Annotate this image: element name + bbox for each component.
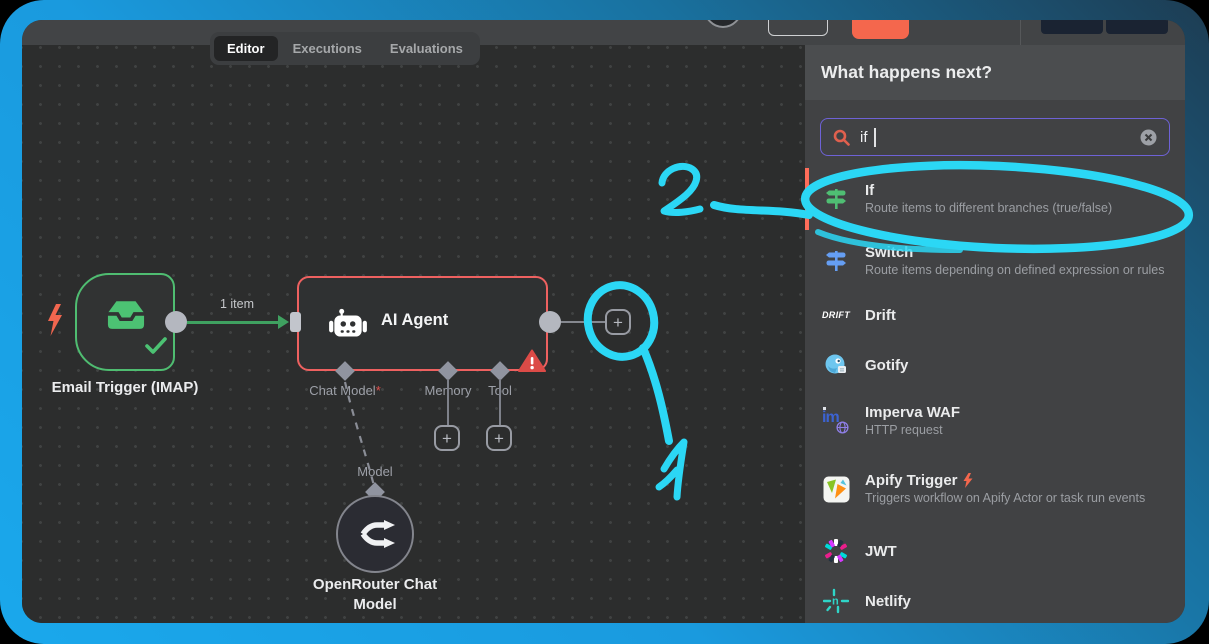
jwt-logo-icon [821, 538, 851, 564]
item-description: HTTP request [865, 422, 960, 439]
memory-connector-line [447, 379, 449, 427]
panel-title: What happens next? [821, 62, 992, 83]
text-cursor [874, 128, 876, 147]
agent-output-line [561, 321, 607, 323]
agent-output-connector[interactable] [539, 311, 561, 333]
app-window: Editor Executions Evaluations Email Trig… [22, 20, 1185, 623]
robot-icon [327, 304, 369, 346]
item-title: JWT [865, 542, 897, 561]
tab-executions[interactable]: Executions [280, 36, 375, 61]
warning-icon [518, 349, 546, 373]
add-next-node-button[interactable] [605, 309, 631, 335]
tab-evaluations[interactable]: Evaluations [377, 36, 476, 61]
view-tabs: Editor Executions Evaluations [210, 32, 480, 65]
save-button[interactable] [852, 20, 909, 39]
item-title: Netlify [865, 592, 911, 611]
tool-connector-line [499, 379, 501, 427]
search-icon [833, 129, 850, 146]
close-icon [1140, 129, 1157, 146]
panel-header: What happens next? [805, 45, 1185, 100]
list-item-drift[interactable]: DRIFT Drift [805, 298, 1185, 332]
ai-agent-label: AI Agent [381, 311, 448, 330]
list-item-gotify[interactable]: Gotify [805, 348, 1185, 382]
item-description: Route items depending on defined express… [865, 262, 1165, 279]
clear-search-button[interactable] [1140, 129, 1157, 146]
if-branch-icon [821, 187, 851, 211]
item-title: Gotify [865, 356, 908, 375]
share-button[interactable] [768, 20, 828, 36]
node-results-list: If Route items to different branches (tr… [805, 174, 1185, 618]
switch-branch-icon [821, 249, 851, 273]
item-title: Imperva WAF [865, 403, 960, 422]
connection-items-count: 1 item [197, 297, 277, 311]
item-title: Switch [865, 243, 1165, 262]
topbar-dark-button-1[interactable] [1041, 20, 1103, 34]
drift-logo-icon: DRIFT [821, 310, 851, 320]
avatar[interactable] [704, 20, 742, 28]
model-port-label: Model [335, 464, 415, 479]
item-title: Drift [865, 306, 896, 325]
email-trigger-label: Email Trigger (IMAP) [35, 379, 215, 396]
node-ai-agent[interactable]: AI Agent [297, 276, 548, 371]
item-title: If [865, 181, 1112, 200]
trigger-bolt-icon [46, 303, 64, 337]
connection-line [187, 321, 281, 324]
tab-editor[interactable]: Editor [214, 36, 278, 61]
node-picker-panel: What happens next? [805, 45, 1185, 623]
required-marker: * [376, 383, 381, 398]
node-openrouter-chat-model[interactable] [336, 495, 414, 573]
inbox-icon [104, 298, 148, 332]
connection-arrowhead [278, 315, 289, 329]
list-item-netlify[interactable]: n Netlify [805, 584, 1185, 618]
top-bar [22, 20, 1185, 45]
topbar-dark-button-2[interactable] [1106, 20, 1168, 34]
trigger-bolt-icon [963, 473, 973, 488]
imperva-logo-icon: im [821, 407, 851, 435]
search-input[interactable] [860, 129, 1130, 146]
item-description: Route items to different branches (true/… [865, 200, 1112, 217]
workflow-canvas[interactable]: Email Trigger (IMAP) 1 item [22, 45, 805, 623]
svg-text:n: n [832, 596, 839, 608]
list-item-jwt[interactable]: JWT [805, 534, 1185, 568]
apify-logo-icon [821, 476, 851, 503]
email-output-connector[interactable] [165, 311, 187, 333]
hover-indicator [805, 168, 809, 230]
list-item-switch[interactable]: Switch Route items depending on defined … [805, 236, 1185, 286]
item-description: Triggers workflow on Apify Actor or task… [865, 490, 1145, 507]
screenshot-stage: Editor Executions Evaluations Email Trig… [0, 0, 1209, 644]
list-item-apify-trigger[interactable]: Apify Trigger Triggers workflow on Apify… [805, 456, 1185, 522]
gotify-bird-icon [821, 352, 851, 378]
success-check-icon [145, 337, 167, 355]
list-item-imperva-waf[interactable]: im Imperva WAF HTTP request [805, 398, 1185, 444]
chat-model-port-label: Chat Model* [285, 383, 405, 398]
add-memory-button[interactable] [434, 425, 460, 451]
add-tool-button[interactable] [486, 425, 512, 451]
list-item-if[interactable]: If Route items to different branches (tr… [805, 174, 1185, 224]
node-search-box [820, 118, 1170, 156]
node-email-trigger[interactable] [75, 273, 175, 371]
openrouter-logo-icon [355, 519, 395, 549]
item-title: Apify Trigger [865, 471, 1145, 490]
topbar-divider [1020, 20, 1021, 45]
agent-input-port[interactable] [290, 312, 301, 332]
openrouter-label: OpenRouter ChatModel [285, 575, 465, 615]
netlify-logo-icon: n [821, 588, 851, 614]
